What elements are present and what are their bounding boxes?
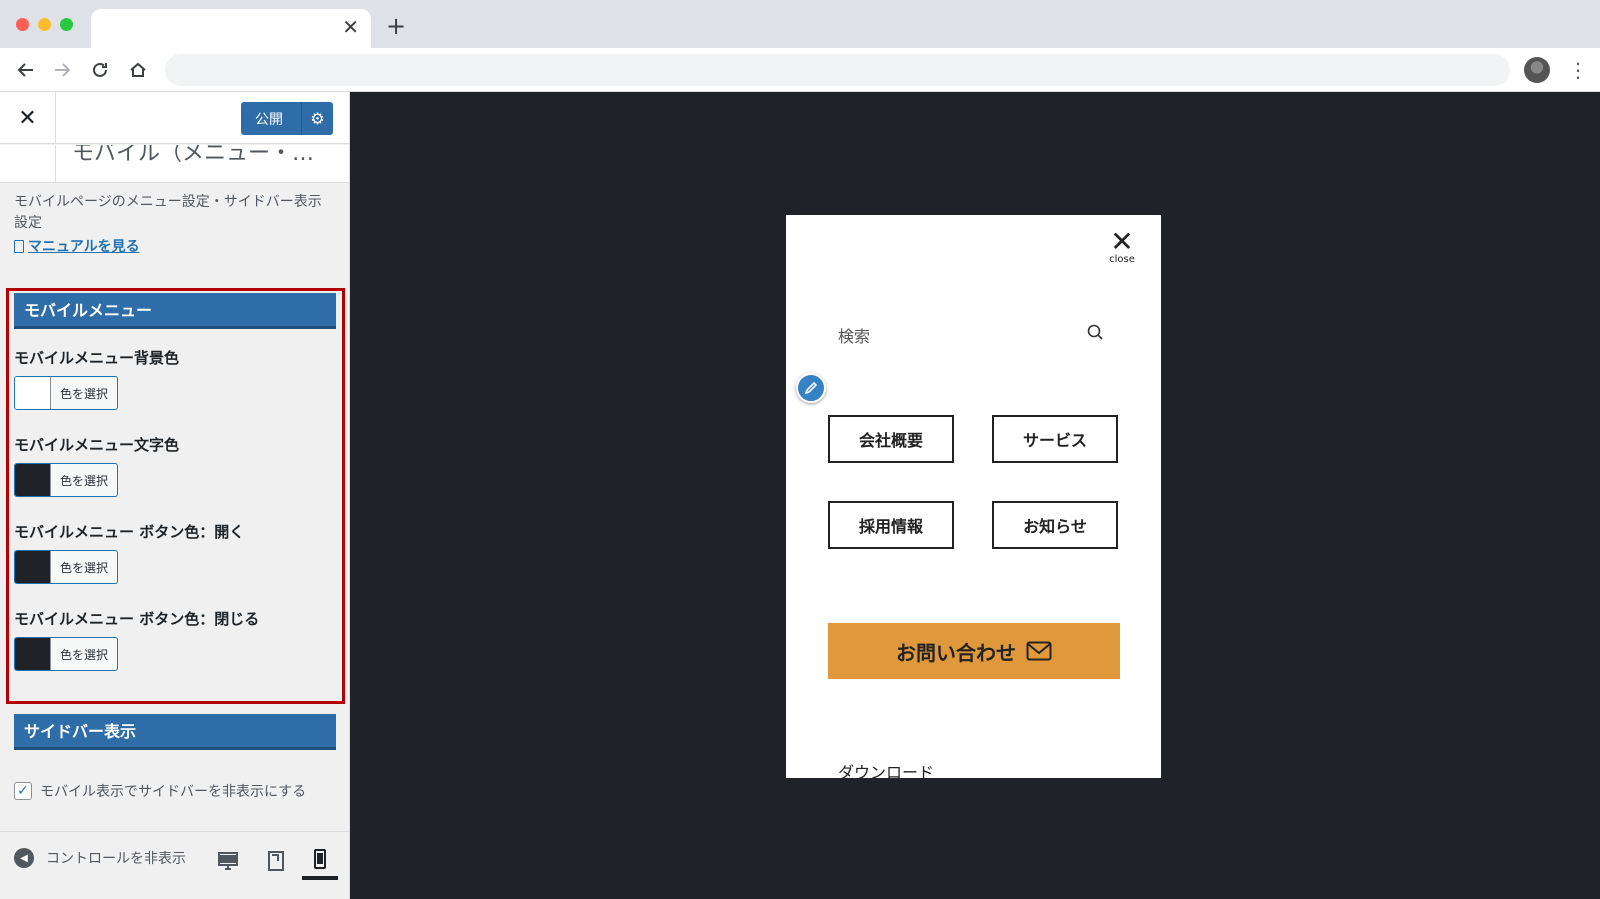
contact-button[interactable]: お問い合わせ bbox=[828, 623, 1120, 679]
publish-label[interactable]: 公開 bbox=[241, 109, 301, 129]
menu-item-service[interactable]: サービス bbox=[992, 415, 1118, 463]
color-swatch bbox=[15, 377, 51, 409]
mobile-preview-frame: ✕ close 検索 会社概要 サービス 採用情報 お知らせ お問い合わせ ダウ… bbox=[786, 215, 1161, 778]
open-button-color-label: モバイルメニュー ボタン色：開く bbox=[14, 523, 245, 541]
color-picker-label[interactable]: 色を選択 bbox=[51, 638, 117, 670]
hide-sidebar-checkbox-label[interactable]: モバイル表示でサイドバーを非表示にする bbox=[40, 781, 306, 801]
address-bar[interactable] bbox=[165, 54, 1510, 86]
menu-item-company[interactable]: 会社概要 bbox=[828, 415, 954, 463]
close-label: close bbox=[1109, 254, 1135, 265]
back-button[interactable] bbox=[0, 145, 56, 182]
search-icon[interactable] bbox=[1086, 323, 1106, 343]
browser-tabbar: ✕ + bbox=[0, 0, 1600, 48]
search-input[interactable]: 検索 bbox=[838, 323, 1108, 346]
color-picker-label[interactable]: 色を選択 bbox=[51, 551, 117, 583]
new-tab-icon[interactable]: + bbox=[386, 14, 406, 38]
text-color-picker-button[interactable]: 色を選択 bbox=[14, 463, 118, 497]
site-preview: ✕ close 検索 会社概要 サービス 採用情報 お知らせ お問い合わせ ダウ… bbox=[350, 92, 1600, 899]
window-maximize-dot[interactable] bbox=[60, 18, 73, 31]
color-swatch bbox=[15, 464, 51, 496]
book-icon bbox=[14, 239, 24, 253]
close-button-color-label: モバイルメニュー ボタン色：閉じる bbox=[14, 610, 260, 628]
publish-button[interactable]: 公開 ⚙ bbox=[241, 102, 333, 135]
menu-item-news[interactable]: お知らせ bbox=[992, 501, 1118, 549]
forward-arrow-icon[interactable] bbox=[50, 58, 74, 82]
contact-button-label[interactable]: お問い合わせ bbox=[896, 637, 1016, 666]
color-swatch bbox=[15, 638, 51, 670]
collapse-controls-label[interactable]: コントロールを非表示 bbox=[46, 848, 186, 868]
section-title-bar: モバイル（メニュー・… bbox=[0, 145, 349, 183]
manual-link[interactable]: マニュアルを見る bbox=[14, 236, 140, 256]
home-icon[interactable] bbox=[126, 58, 150, 82]
profile-avatar[interactable] bbox=[1524, 57, 1550, 83]
collapse-controls-button[interactable]: ◀ コントロールを非表示 bbox=[14, 848, 204, 868]
customizer-header: ✕ 公開 ⚙ bbox=[0, 92, 349, 144]
close-x-icon[interactable]: ✕ bbox=[1106, 228, 1138, 256]
color-picker-label[interactable]: 色を選択 bbox=[51, 464, 117, 496]
text-color-label: モバイルメニュー文字色 bbox=[14, 436, 180, 454]
bg-color-label: モバイルメニュー背景色 bbox=[14, 349, 180, 367]
mobile-menu-header: モバイルメニュー bbox=[14, 293, 336, 329]
tab-close-icon[interactable]: ✕ bbox=[342, 17, 359, 37]
open-button-color-picker-button[interactable]: 色を選択 bbox=[14, 550, 118, 584]
mobile-preview-icon[interactable] bbox=[302, 842, 338, 880]
hide-sidebar-checkbox[interactable]: ✓ bbox=[14, 782, 32, 800]
section-title: モバイル（メニュー・… bbox=[72, 145, 315, 166]
bg-color-picker-button[interactable]: 色を選択 bbox=[14, 376, 118, 410]
menu-item-recruit[interactable]: 採用情報 bbox=[828, 501, 954, 549]
mail-icon bbox=[1026, 641, 1052, 661]
back-arrow-icon[interactable] bbox=[14, 58, 38, 82]
collapse-arrow-icon: ◀ bbox=[14, 848, 34, 868]
browser-toolbar: ⋮ bbox=[0, 48, 1600, 92]
color-swatch bbox=[15, 551, 51, 583]
customizer-sidebar: ✕ 公開 ⚙ モバイル（メニュー・… モバイルページのメニュー設定・サイドバー表… bbox=[0, 92, 350, 899]
color-picker-label[interactable]: 色を選択 bbox=[51, 377, 117, 409]
window-close-dot[interactable] bbox=[16, 18, 29, 31]
manual-link-label[interactable]: マニュアルを見る bbox=[28, 236, 140, 256]
browser-tab[interactable]: ✕ bbox=[91, 9, 371, 48]
window-minimize-dot[interactable] bbox=[38, 18, 51, 31]
customizer-footer: ◀ コントロールを非表示 bbox=[0, 831, 349, 899]
edit-shortcut-pencil-icon[interactable] bbox=[796, 373, 826, 403]
browser-menu-icon[interactable]: ⋮ bbox=[1568, 58, 1588, 82]
desktop-preview-icon[interactable] bbox=[210, 842, 246, 880]
publish-settings-gear-icon[interactable]: ⚙ bbox=[301, 102, 333, 135]
download-link[interactable]: ダウンロード bbox=[838, 759, 934, 778]
hide-sidebar-checkbox-row[interactable]: ✓ モバイル表示でサイドバーを非表示にする bbox=[14, 781, 306, 801]
sidebar-display-header: サイドバー表示 bbox=[14, 714, 336, 750]
close-button-color-picker-button[interactable]: 色を選択 bbox=[14, 637, 118, 671]
tablet-preview-icon[interactable] bbox=[258, 842, 294, 880]
reload-icon[interactable] bbox=[88, 58, 112, 82]
mobile-menu-close-button[interactable]: ✕ close bbox=[1106, 228, 1138, 265]
section-description: モバイルページのメニュー設定・サイドバー表示設定 bbox=[14, 194, 322, 231]
close-customizer-icon[interactable]: ✕ bbox=[0, 92, 56, 144]
